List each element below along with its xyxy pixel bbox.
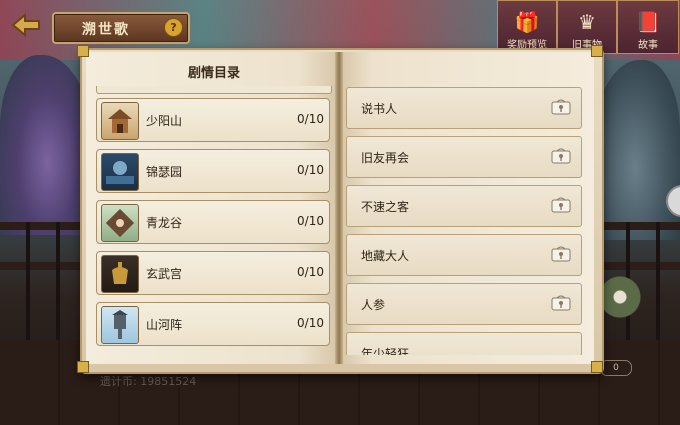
book-corner — [77, 361, 89, 373]
story-list[interactable]: 说书人 旧友再会 不速之客 地藏大人 人参 年少轻狂 — [346, 83, 584, 355]
chapter-item-shanhezhen[interactable]: 山河阵 0/10 — [96, 302, 330, 346]
chapter-item-shaoyangshan[interactable]: 少阳山 0/10 — [96, 98, 330, 142]
book-corner — [591, 45, 603, 57]
story-name: 人参 — [361, 298, 386, 312]
story-item[interactable]: 地藏大人 — [346, 234, 582, 276]
book-corner — [77, 45, 89, 57]
chapter-name: 少阳山 — [146, 114, 183, 128]
book-spine — [335, 52, 343, 364]
chapter-name: 山河阵 — [146, 318, 183, 332]
chapter-progress: 0/10 — [297, 265, 324, 279]
story-item[interactable]: 旧友再会 — [346, 136, 582, 178]
locked-icon — [551, 246, 571, 262]
crown-icon: ♛ — [578, 10, 596, 34]
story-book: 剧情目录 少阳山 0/10 锦瑟园 0/10 青龙谷 0/10 玄武宫 0/10… — [77, 45, 604, 374]
storybook-icon: 📕 — [635, 10, 661, 34]
locked-icon — [551, 99, 571, 115]
story-item[interactable]: 年少轻狂 — [346, 332, 582, 355]
story-name: 说书人 — [361, 102, 398, 116]
chapter-progress: 0/10 — [297, 112, 324, 126]
story-name: 旧友再会 — [361, 151, 410, 165]
locked-icon — [551, 148, 571, 164]
rewards-preview-button[interactable]: 🎁 奖励预览 — [497, 0, 557, 54]
lantern-tower-thumbnail — [101, 306, 139, 344]
bronze-vessel-thumbnail — [101, 255, 139, 293]
story-item[interactable]: 说书人 — [346, 87, 582, 129]
chapter-progress: 0/10 — [297, 163, 324, 177]
story-item[interactable]: 人参 — [346, 283, 582, 325]
gift-box-icon: 🎁 — [514, 10, 540, 34]
title-plate: 溯世歌 ? — [52, 12, 190, 44]
chapter-progress: 0/10 — [297, 214, 324, 228]
chapter-item-jinseyuan[interactable]: 锦瑟园 0/10 — [96, 149, 330, 193]
story-name: 年少轻狂 — [361, 347, 410, 355]
background-counter: 0 — [600, 360, 632, 376]
chapter-list-item-partial — [96, 86, 332, 94]
chapter-item-xuanwugong[interactable]: 玄武宫 0/10 — [96, 251, 330, 295]
chapter-list[interactable]: 少阳山 0/10 锦瑟园 0/10 青龙谷 0/10 玄武宫 0/10 山河阵 … — [96, 86, 332, 354]
story-item[interactable]: 不速之客 — [346, 185, 582, 227]
page-title: 溯世歌 — [82, 22, 130, 38]
background-plant — [598, 272, 642, 322]
story-label: 故事 — [638, 40, 658, 51]
chapter-name: 玄武宫 — [146, 267, 183, 281]
story-button[interactable]: 📕 故事 — [617, 0, 679, 54]
old-items-button[interactable]: ♛ 旧事物 — [557, 0, 617, 54]
chapter-progress: 0/10 — [297, 316, 324, 330]
help-icon: ? — [170, 21, 177, 34]
book-heading: 剧情目录 — [188, 66, 241, 81]
book-corner — [591, 361, 603, 373]
locked-icon — [551, 197, 571, 213]
chapter-name: 青龙谷 — [146, 216, 183, 230]
currency-readout: 遗计币: 19851524 — [100, 375, 197, 388]
pond-garden-thumbnail — [101, 153, 139, 191]
chapter-item-qinglonggu[interactable]: 青龙谷 0/10 — [96, 200, 330, 244]
back-arrow-icon — [11, 13, 40, 37]
locked-icon — [551, 295, 571, 311]
chapter-name: 锦瑟园 — [146, 165, 183, 179]
pavilion-thumbnail — [101, 102, 139, 140]
story-name: 地藏大人 — [361, 249, 410, 263]
help-button[interactable]: ? — [164, 18, 183, 37]
story-name: 不速之客 — [361, 200, 410, 214]
dragon-emblem-thumbnail — [101, 204, 139, 242]
back-button[interactable] — [8, 12, 44, 38]
